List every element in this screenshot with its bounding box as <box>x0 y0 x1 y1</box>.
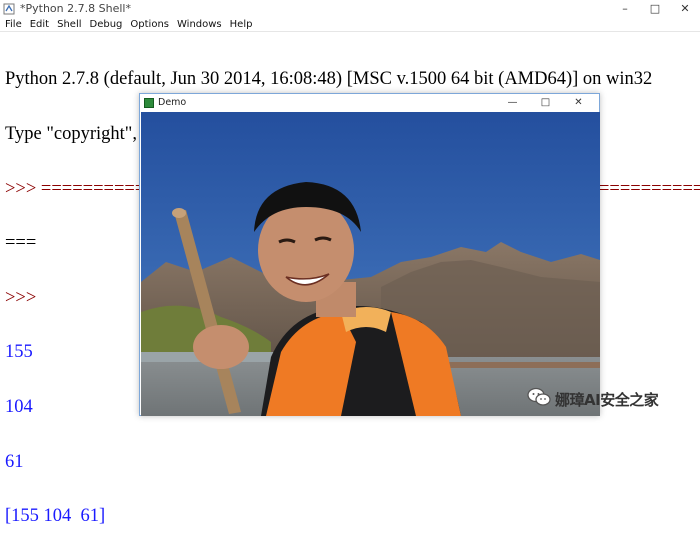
wechat-icon <box>527 387 551 412</box>
close-button[interactable]: ✕ <box>670 0 700 17</box>
menu-debug[interactable]: Debug <box>90 19 123 30</box>
output-line-4: [155 104 61] <box>5 507 106 526</box>
menu-help[interactable]: Help <box>230 19 253 30</box>
window-controls: – □ ✕ <box>610 0 700 17</box>
demo-photo <box>141 112 600 416</box>
demo-window-controls: — □ ✕ <box>496 94 595 111</box>
menubar: File Edit Shell Debug Options Windows He… <box>0 17 700 32</box>
python-idle-icon <box>3 3 15 15</box>
banner-line-1: Python 2.7.8 (default, Jun 30 2014, 16:0… <box>5 70 653 89</box>
watermark-text: 娜璋AI安全之家 <box>555 390 659 409</box>
demo-title: Demo <box>158 97 187 108</box>
photo-illustration <box>141 112 600 416</box>
idle-titlebar: *Python 2.7.8 Shell* – □ ✕ <box>0 0 700 17</box>
menu-windows[interactable]: Windows <box>177 19 222 30</box>
watermark: 娜璋AI安全之家 <box>527 386 659 412</box>
output-line-3: 61 <box>5 452 24 471</box>
demo-titlebar[interactable]: Demo — □ ✕ <box>140 94 599 111</box>
menu-options[interactable]: Options <box>130 19 169 30</box>
demo-window[interactable]: Demo — □ ✕ <box>139 93 600 416</box>
maximize-button[interactable]: □ <box>640 0 670 17</box>
menu-edit[interactable]: Edit <box>30 19 49 30</box>
demo-close-button[interactable]: ✕ <box>562 94 595 111</box>
demo-minimize-button[interactable]: — <box>496 94 529 111</box>
menu-file[interactable]: File <box>5 19 22 30</box>
minimize-button[interactable]: – <box>610 0 640 17</box>
opencv-window-icon <box>144 97 154 108</box>
menu-shell[interactable]: Shell <box>57 19 81 30</box>
demo-maximize-button[interactable]: □ <box>529 94 562 111</box>
window-title: *Python 2.7.8 Shell* <box>20 2 131 15</box>
